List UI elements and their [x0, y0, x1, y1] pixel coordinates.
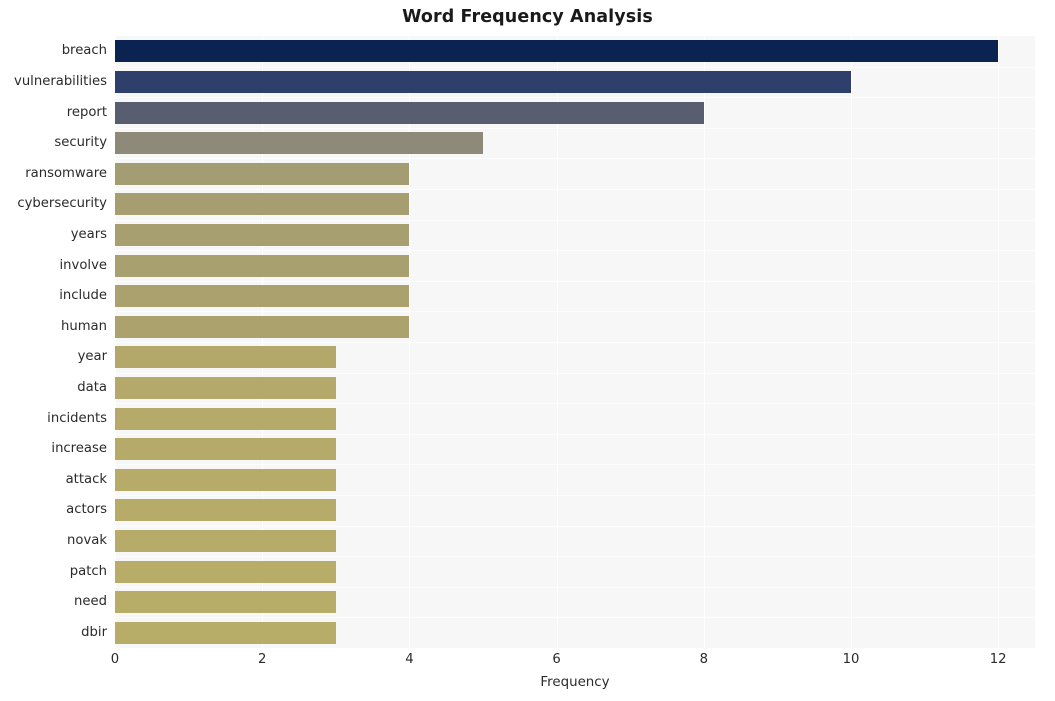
gridline-horizontal: [115, 67, 1035, 68]
y-tick-label-vulnerabilities: vulnerabilities: [14, 73, 107, 89]
plot-area: [115, 36, 1035, 648]
bar-security: [115, 132, 483, 155]
y-tick-label-include: include: [59, 288, 107, 304]
bar-vulnerabilities: [115, 70, 851, 93]
gridline-horizontal: [115, 281, 1035, 282]
bar-cybersecurity: [115, 193, 410, 216]
gridline-horizontal: [115, 373, 1035, 374]
gridline-horizontal: [115, 434, 1035, 435]
gridline-vertical: [703, 36, 705, 648]
y-tick-label-human: human: [60, 318, 107, 334]
gridline-horizontal: [115, 526, 1035, 527]
gridline-horizontal: [115, 556, 1035, 557]
bar-actors: [115, 499, 336, 522]
gridline-horizontal: [115, 189, 1035, 190]
y-tick-label-attack: attack: [65, 471, 107, 487]
bar-incidents: [115, 407, 336, 430]
x-tick-label-0: 0: [110, 652, 120, 667]
gridline-horizontal: [115, 495, 1035, 496]
bar-data: [115, 376, 336, 399]
y-tick-label-novak: novak: [67, 532, 107, 548]
gridline-horizontal: [115, 220, 1035, 221]
bar-attack: [115, 468, 336, 491]
bar-patch: [115, 560, 336, 583]
y-tick-label-increase: increase: [51, 441, 107, 457]
gridline-vertical: [851, 36, 852, 648]
y-tick-label-involve: involve: [59, 257, 107, 273]
gridline-horizontal: [115, 250, 1035, 251]
bar-human: [115, 315, 410, 338]
bar-need: [115, 591, 336, 614]
bar-year: [115, 346, 336, 369]
y-tick-label-ransomware: ransomware: [25, 165, 107, 181]
bar-involve: [115, 254, 410, 277]
bar-dbir: [115, 621, 336, 644]
bar-report: [115, 101, 704, 124]
gridline-vertical: [998, 36, 1000, 648]
gridline-horizontal: [115, 403, 1035, 404]
x-tick-label-12: 12: [989, 652, 1007, 667]
x-tick-label-6: 6: [552, 652, 561, 667]
chart-title: Word Frequency Analysis: [402, 7, 653, 27]
y-tick-label-report: report: [66, 104, 107, 120]
y-tick-label-years: years: [70, 226, 107, 242]
y-tick-label-security: security: [54, 135, 107, 151]
x-tick-label-4: 4: [405, 652, 414, 667]
gridline-vertical: [409, 36, 411, 648]
y-tick-label-dbir: dbir: [81, 624, 107, 640]
gridline-horizontal: [115, 311, 1035, 312]
y-tick-label-actors: actors: [66, 502, 107, 518]
gridline-horizontal: [115, 97, 1035, 98]
gridline-vertical: [556, 36, 558, 648]
gridline-horizontal: [115, 587, 1035, 588]
y-tick-label-incidents: incidents: [47, 410, 107, 426]
y-tick-label-data: data: [77, 379, 107, 395]
y-axis-category-labels: breach vulnerabilities report security ranso…: [0, 36, 107, 648]
gridline-horizontal: [115, 617, 1035, 618]
x-axis-title: Frequency: [540, 675, 610, 690]
y-tick-label-patch: patch: [69, 563, 107, 579]
gridline-horizontal: [115, 342, 1035, 343]
word-frequency-chart: Word Frequency Analysis breach vulnerabil…: [0, 0, 1055, 701]
gridline-horizontal: [115, 128, 1035, 129]
bar-years: [115, 223, 410, 246]
gridline-vertical: [262, 36, 264, 648]
y-tick-label-breach: breach: [61, 43, 107, 59]
y-tick-label-need: need: [74, 594, 107, 610]
x-tick-label-8: 8: [699, 652, 708, 667]
bar-increase: [115, 438, 336, 461]
bar-ransomware: [115, 162, 410, 185]
x-tick-label-10: 10: [842, 652, 860, 667]
bar-breach: [115, 40, 999, 63]
gridline-horizontal: [115, 464, 1035, 465]
y-tick-label-year: year: [77, 349, 107, 365]
y-tick-label-cybersecurity: cybersecurity: [17, 196, 107, 212]
gridline-horizontal: [115, 158, 1035, 159]
gridline-vertical: [115, 36, 116, 648]
x-tick-label-2: 2: [257, 652, 267, 667]
x-axis-tick-labels: 0 2 4 6 8 10 12: [0, 652, 1055, 674]
bar-include: [115, 285, 410, 308]
bar-novak: [115, 529, 336, 552]
